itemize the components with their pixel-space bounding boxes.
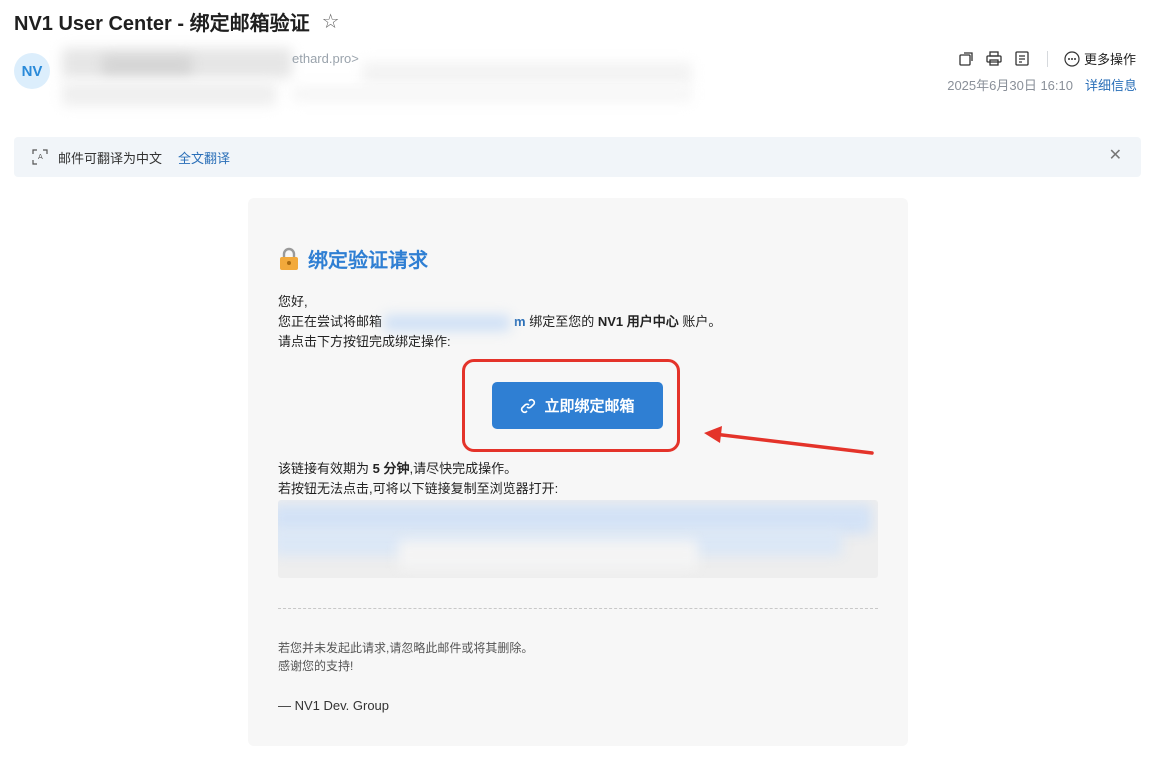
more-icon xyxy=(1064,50,1080,67)
sender-info-redacted: ethard.pro> xyxy=(62,48,702,110)
fallback-line: 若按钮无法点击,可将以下链接复制至浏览器打开: xyxy=(278,481,559,496)
validity-line: 该链接有效期为 5 分钟,请尽快完成操作。 xyxy=(278,459,517,478)
details-link[interactable]: 详细信息 xyxy=(1085,75,1137,94)
svg-text:A: A xyxy=(38,153,43,161)
email-address-redacted xyxy=(382,314,514,331)
footer-thanks: 感谢您的支持! xyxy=(278,659,354,673)
validity-prefix: 该链接有效期为 xyxy=(278,461,373,476)
bind-line-mid: 绑定至您的 xyxy=(525,314,598,329)
star-icon[interactable]: ☆ xyxy=(322,9,340,34)
greeting: 您好, xyxy=(278,294,308,309)
account-name: NV1 用户中心 xyxy=(597,314,679,329)
email-toolbar: 更多操作 xyxy=(957,49,1136,68)
link-icon xyxy=(521,398,536,413)
validity-value: 5 分钟 xyxy=(372,461,410,476)
instruction-line: 请点击下方按钮完成绑定操作: xyxy=(278,334,451,349)
email-meta: 2025年6月30日 16:10 详细信息 xyxy=(947,75,1137,94)
redaction-blur xyxy=(362,62,692,84)
bind-line-prefix: 您正在尝试将邮箱 xyxy=(278,314,383,329)
fallback-link-box-redacted[interactable] xyxy=(278,500,878,578)
bind-line-suffix: 账户。 xyxy=(678,314,722,329)
toolbar-separator xyxy=(1046,50,1048,67)
more-actions-button[interactable]: 更多操作 xyxy=(1064,49,1136,68)
translate-message: 邮件可翻译为中文 xyxy=(58,150,163,166)
redaction-blur xyxy=(62,82,276,106)
open-window-icon[interactable] xyxy=(957,50,975,68)
email-address-tail: m xyxy=(514,314,526,329)
email-datetime: 2025年6月30日 16:10 xyxy=(947,78,1073,93)
divider xyxy=(278,608,878,609)
email-title: 绑定验证请求 xyxy=(308,250,428,272)
email-body-card: 绑定验证请求 您好, 您正在尝试将邮箱 m 绑定至您的 NV1 用户中心 账户。 … xyxy=(248,198,908,746)
translate-icon: A xyxy=(32,149,48,165)
footer-ignore: 若您并未发起此请求,请忽略此邮件或将其删除。 xyxy=(278,641,534,655)
bind-email-button-label: 立即绑定邮箱 xyxy=(544,398,635,415)
bind-line: 您正在尝试将邮箱 m 绑定至您的 NV1 用户中心 账户。 xyxy=(278,312,721,331)
translate-bar: A 邮件可翻译为中文 全文翻译 ✕ xyxy=(14,137,1141,177)
close-icon[interactable]: ✕ xyxy=(1109,148,1122,164)
annotation-arrow xyxy=(704,426,874,455)
translate-full-link[interactable]: 全文翻译 xyxy=(178,148,230,167)
lock-icon xyxy=(280,247,298,270)
email-subject-row: NV1 User Center - 绑定邮箱验证 ☆ xyxy=(14,7,340,36)
signature: — NV1 Dev. Group xyxy=(278,698,390,713)
bind-email-button[interactable]: 立即绑定邮箱 xyxy=(492,382,663,429)
email-subject: NV1 User Center - 绑定邮箱验证 xyxy=(14,13,310,35)
redaction-blur xyxy=(102,56,192,74)
email-title-row: 绑定验证请求 xyxy=(278,244,428,273)
note-icon[interactable] xyxy=(1013,50,1031,68)
sender-avatar: NV xyxy=(14,53,50,89)
redaction-blur xyxy=(292,86,692,102)
print-icon[interactable] xyxy=(985,50,1003,68)
sender-address-fragment: ethard.pro> xyxy=(292,51,359,66)
validity-suffix: ,请尽快完成操作。 xyxy=(409,461,518,476)
more-actions-label: 更多操作 xyxy=(1083,52,1136,67)
redaction-blur xyxy=(398,540,698,570)
